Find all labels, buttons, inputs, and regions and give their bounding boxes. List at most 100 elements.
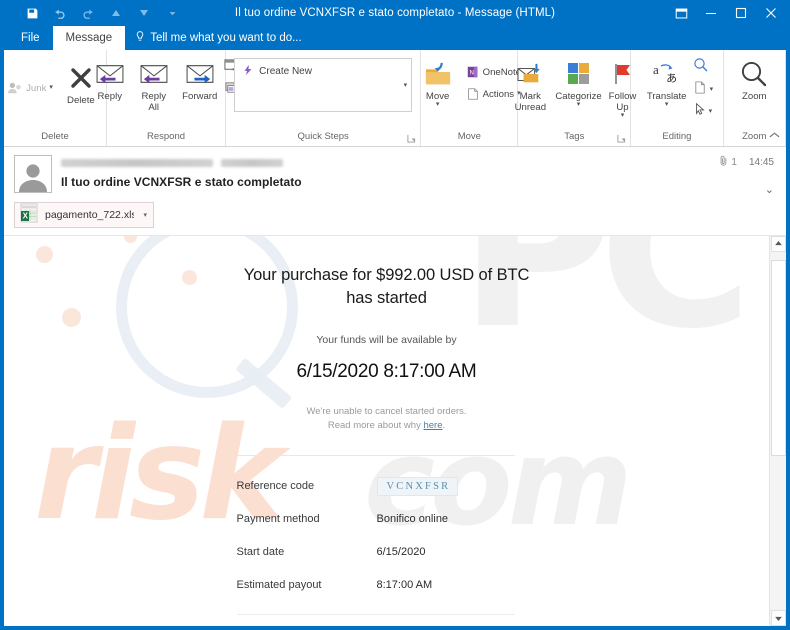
- reply-icon: [95, 58, 125, 90]
- group-label-quick-steps: Quick Steps: [297, 131, 349, 142]
- sender-row: [61, 155, 711, 170]
- recipient-redacted: [221, 158, 283, 167]
- email-note-prefix: Read more about why: [327, 419, 424, 431]
- detail-value: 8:17:00 AM: [376, 579, 433, 592]
- message-header-meta: 1 14:45 ⌄: [720, 155, 776, 196]
- attachment-menu-chevron-icon[interactable]: ▾: [141, 211, 147, 219]
- maximize-icon[interactable]: [726, 0, 756, 26]
- svg-text:a: a: [653, 62, 659, 77]
- categorize-icon: [567, 58, 591, 90]
- reply-all-label: Reply All: [141, 91, 167, 113]
- attachment-chip[interactable]: X pagamento_722.xls ▾: [14, 202, 154, 228]
- copy-button[interactable]: ▾: [693, 80, 714, 100]
- find-magnifier-icon: [693, 57, 709, 78]
- zoom-button[interactable]: Zoom: [729, 56, 779, 104]
- detail-key: Reference code: [236, 480, 315, 493]
- tab-file[interactable]: File: [8, 26, 53, 50]
- table-row-total: Amount 0.0992 BTC: [237, 615, 515, 626]
- junk-label: Junk: [26, 82, 47, 94]
- tell-me-search[interactable]: Tell me what you want to do...: [125, 26, 312, 50]
- reply-button[interactable]: Reply: [88, 56, 132, 104]
- zoom-magnifier-icon: [740, 58, 768, 90]
- save-icon[interactable]: [18, 2, 46, 24]
- email-inner: Your purchase for $992.00 USD of BTC has…: [236, 264, 537, 626]
- email-headline: Your purchase for $992.00 USD of BTC has…: [243, 265, 530, 307]
- scrollbar-thumb[interactable]: [770, 259, 786, 456]
- translate-icon: aぁ: [653, 58, 681, 90]
- minimize-icon[interactable]: [696, 0, 726, 26]
- mark-unread-label: Mark Unread: [514, 91, 547, 113]
- close-icon[interactable]: [756, 0, 786, 26]
- email-detail-table: Reference code VCNXFSR Payment method Bo…: [237, 470, 515, 602]
- avatar: [14, 155, 52, 193]
- message-area: Il tuo ordine VCNXFSR e stato completato…: [4, 147, 786, 626]
- reply-label: Reply: [97, 91, 123, 102]
- email-note-line1: We're unable to cancel started orders.: [306, 405, 467, 417]
- select-button[interactable]: ▾: [693, 102, 714, 121]
- chevron-down-icon[interactable]: ▾: [577, 101, 581, 108]
- reference-code-badge: VCNXFSR: [376, 476, 459, 496]
- quick-steps-gallery[interactable]: Create New ▾: [234, 58, 413, 112]
- junk-button[interactable]: Junk ▾: [4, 78, 56, 98]
- group-label-tags: Tags: [564, 131, 585, 142]
- tags-dialog-launcher[interactable]: [617, 134, 626, 143]
- editing-mini-buttons: ▾ ▾: [693, 56, 714, 121]
- title-bar: Il tuo ordine VCNXFSR e stato completato…: [4, 0, 786, 26]
- undo-icon[interactable]: [46, 2, 74, 24]
- ribbon-tab-strip: File Message Tell me what you want to do…: [4, 26, 786, 50]
- chevron-down-icon[interactable]: ▾: [621, 112, 625, 119]
- group-label-move: Move: [457, 131, 481, 142]
- attachment-count-label: 1: [731, 156, 737, 168]
- chevron-down-icon[interactable]: ▾: [710, 86, 714, 93]
- categorize-button[interactable]: Categorize ▾: [555, 56, 602, 110]
- vertical-scrollbar[interactable]: [769, 235, 786, 626]
- scroll-up-button[interactable]: [770, 235, 786, 252]
- chevron-down-icon[interactable]: ▾: [404, 81, 408, 89]
- forward-button[interactable]: Forward: [176, 56, 224, 104]
- redo-icon[interactable]: [74, 2, 102, 24]
- quick-access-toolbar: [4, 2, 186, 24]
- expand-header-chevron-icon[interactable]: ⌄: [765, 183, 774, 196]
- customize-quick-access-icon[interactable]: [158, 2, 186, 24]
- translate-button[interactable]: aぁ Translate ▾: [641, 56, 693, 110]
- reply-all-icon: [139, 58, 169, 90]
- quick-steps-dialog-launcher[interactable]: [407, 134, 416, 143]
- chevron-down-icon[interactable]: ▾: [665, 101, 669, 108]
- excel-file-icon: X: [20, 203, 38, 228]
- scrollbar-track[interactable]: [770, 252, 786, 610]
- move-button[interactable]: Move ▾: [415, 56, 461, 110]
- tab-message[interactable]: Message: [52, 26, 126, 50]
- mark-unread-icon: [516, 58, 544, 90]
- collapse-ribbon-icon[interactable]: [769, 131, 780, 142]
- email-note-suffix: .: [442, 419, 446, 431]
- ribbon-group-editing: aぁ Translate ▾ ▾ ▾ Editing: [631, 50, 724, 146]
- previous-item-icon[interactable]: [102, 2, 130, 24]
- select-pointer-icon: [693, 102, 707, 121]
- mark-unread-button[interactable]: Mark Unread: [505, 56, 555, 115]
- window-controls: [666, 0, 786, 26]
- move-folder-icon: [423, 58, 453, 90]
- ribbon-display-options-icon[interactable]: [666, 0, 696, 26]
- message-header-main: Il tuo ordine VCNXFSR e stato completato: [61, 155, 711, 196]
- detail-key: Start date: [236, 546, 285, 559]
- create-new-quick-step[interactable]: Create New: [235, 59, 319, 84]
- svg-text:ぁ: ぁ: [665, 70, 678, 85]
- email-note-line2: Read more about why here.: [237, 419, 537, 433]
- table-row: Start date 6/15/2020: [237, 536, 515, 569]
- reply-all-button[interactable]: Reply All: [132, 56, 176, 115]
- message-subject: Il tuo ordine VCNXFSR e stato completato: [61, 175, 302, 189]
- svg-text:X: X: [23, 211, 29, 220]
- table-row: Reference code VCNXFSR: [237, 470, 515, 503]
- group-label-respond: Respond: [146, 131, 186, 142]
- detail-key: Estimated payout: [236, 579, 322, 592]
- chevron-down-icon[interactable]: ▾: [436, 101, 440, 108]
- chevron-down-icon[interactable]: ▾: [49, 84, 53, 91]
- scroll-down-button[interactable]: [770, 610, 786, 626]
- find-button[interactable]: [693, 57, 714, 78]
- outlook-message-window: Il tuo ordine VCNXFSR e stato completato…: [0, 0, 790, 630]
- email-subtext: Your funds will be available by: [316, 333, 457, 346]
- chevron-down-icon[interactable]: ▾: [709, 108, 713, 115]
- quick-step-icon: [242, 64, 254, 79]
- next-item-icon[interactable]: [130, 2, 158, 24]
- email-note-link[interactable]: here: [423, 420, 442, 431]
